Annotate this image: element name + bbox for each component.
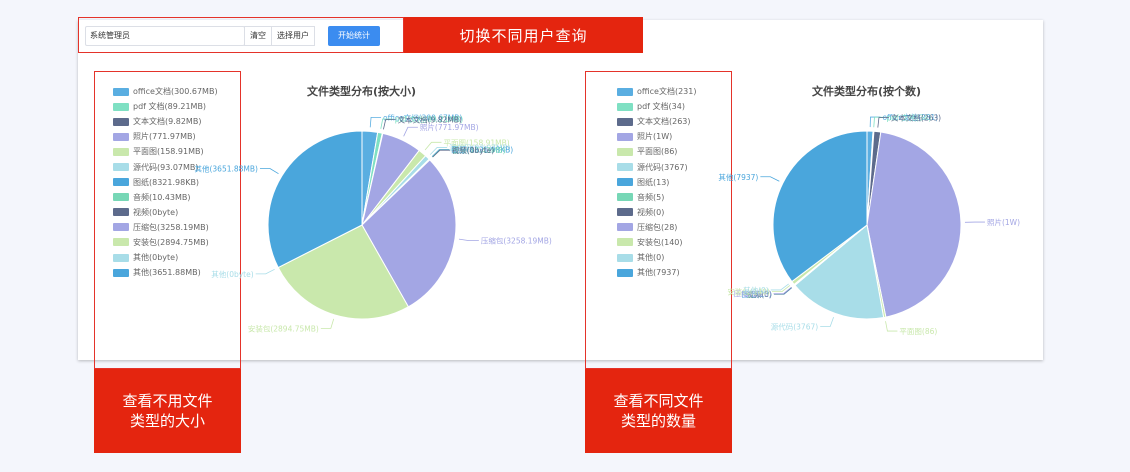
size-slice-label: 其他(3651.88MB) xyxy=(194,163,258,173)
size-slice-label: 压缩包(3258.19MB) xyxy=(481,236,552,246)
count-legend-item[interactable]: office文档(231) xyxy=(617,84,696,99)
count-callout-line1: 查看不同文件 xyxy=(613,392,704,410)
count-legend-item[interactable]: 照片(1W) xyxy=(617,129,696,144)
legend-label: 图纸(13) xyxy=(637,177,670,187)
count-legend-item[interactable]: pdf 文档(34) xyxy=(617,99,696,114)
size-slice-label: 安装包(2894.75MB) xyxy=(248,323,319,333)
legend-label: 其他(7937) xyxy=(637,268,680,278)
legend-label: 音频(10.43MB) xyxy=(133,192,191,202)
count-pie-chart: office文档(231)pdf 文档(34)文本文档(263)照片(1W)平面… xyxy=(718,112,1020,336)
count-legend-item[interactable]: 平面图(86) xyxy=(617,144,696,159)
count-legend-item[interactable]: 图纸(13) xyxy=(617,175,696,190)
legend-swatch xyxy=(113,208,129,217)
toolbar-highlight-frame xyxy=(78,17,404,53)
legend-label: office文档(300.67MB) xyxy=(133,87,218,97)
legend-label: office文档(231) xyxy=(637,87,697,97)
switch-user-callout: 切换不同用户查询 xyxy=(404,17,643,53)
size-label-line xyxy=(259,168,279,175)
count-slice-label: 源代码(3767) xyxy=(771,322,819,332)
legend-swatch xyxy=(113,193,129,202)
legend-swatch xyxy=(617,178,633,187)
size-label-line xyxy=(369,116,382,128)
legend-label: 照片(771.97MB) xyxy=(133,132,196,142)
count-slice-label: 照片(1W) xyxy=(987,217,1020,227)
legend-swatch xyxy=(113,253,129,262)
count-legend-item[interactable]: 其他(7937) xyxy=(617,265,696,280)
size-slice-label: 视频(0byte) xyxy=(452,145,494,155)
count-chart-title: 文件类型分布(按个数) xyxy=(812,85,922,98)
legend-label: 视频(0) xyxy=(637,207,665,217)
legend-swatch xyxy=(617,223,633,232)
count-slice-label: 其他(7937) xyxy=(718,172,758,182)
legend-swatch xyxy=(113,132,129,141)
count-legend-item[interactable]: 安装包(140) xyxy=(617,235,696,250)
count-legend-item[interactable]: 压缩包(28) xyxy=(617,220,696,235)
size-label-line xyxy=(320,318,335,329)
legend-swatch xyxy=(617,163,633,172)
count-callout: 查看不同文件 类型的数量 xyxy=(585,369,732,453)
size-label-line xyxy=(403,126,418,137)
legend-swatch xyxy=(617,117,633,126)
legend-swatch xyxy=(617,147,633,156)
size-slice-label: 照片(771.97MB) xyxy=(420,122,479,132)
legend-swatch xyxy=(617,253,633,262)
legend-label: 视频(0byte) xyxy=(133,207,179,217)
legend-swatch xyxy=(113,102,129,111)
size-callout-line2: 类型的大小 xyxy=(129,412,205,430)
size-callout: 查看不用文件 类型的大小 xyxy=(94,369,241,453)
size-label-line xyxy=(255,268,275,275)
legend-label: pdf 文档(34) xyxy=(637,102,685,112)
legend-swatch xyxy=(617,102,633,111)
legend-label: 源代码(93.07MB) xyxy=(133,162,199,172)
legend-swatch xyxy=(113,268,129,277)
legend-label: 源代码(3767) xyxy=(637,162,688,172)
legend-swatch xyxy=(617,268,633,277)
legend-swatch xyxy=(617,193,633,202)
count-legend-item[interactable]: 音频(5) xyxy=(617,190,696,205)
size-slice-label: 其他(0byte) xyxy=(211,269,253,279)
count-label-line xyxy=(885,321,898,332)
count-label-line xyxy=(820,316,834,327)
size-chart-title: 文件类型分布(按大小) xyxy=(307,85,417,98)
count-slice-label: 其他(0) xyxy=(743,285,769,295)
legend-label: 文本文档(263) xyxy=(637,117,691,127)
count-legend-item[interactable]: 源代码(3767) xyxy=(617,159,696,174)
legend-swatch xyxy=(113,147,129,156)
legend-swatch xyxy=(113,87,129,96)
count-slice-label: 平面图(86) xyxy=(899,327,937,336)
size-label-line xyxy=(424,141,442,151)
count-legend: office文档(231) pdf 文档(34) 文本文档(263) 照片(1W) 平面… xyxy=(617,84,696,280)
legend-label: 照片(1W) xyxy=(637,132,673,142)
size-label-line xyxy=(458,238,479,242)
count-callout-line2: 类型的数量 xyxy=(620,412,696,430)
size-callout-line1: 查看不用文件 xyxy=(122,392,213,410)
count-pie-slice[interactable] xyxy=(866,131,962,318)
size-pie-chart: office文档(300.67MB)pdf 文档(89.21MB)文本文档(9.… xyxy=(194,112,552,333)
legend-swatch xyxy=(113,163,129,172)
legend-swatch xyxy=(113,223,129,232)
legend-label: 其他(0) xyxy=(637,253,665,263)
legend-label: 音频(5) xyxy=(637,192,665,202)
count-label-line xyxy=(770,283,789,291)
count-label-line xyxy=(760,176,780,182)
count-legend-item[interactable]: 文本文档(263) xyxy=(617,114,696,129)
legend-label: 平面图(86) xyxy=(637,147,678,157)
legend-label: 其他(0byte) xyxy=(133,253,179,263)
legend-swatch xyxy=(617,208,633,217)
count-slice-label: 文本文档(263) xyxy=(891,113,941,123)
legend-swatch xyxy=(113,238,129,247)
legend-swatch xyxy=(113,178,129,187)
count-legend-item[interactable]: 其他(0) xyxy=(617,250,696,265)
legend-swatch xyxy=(617,238,633,247)
legend-swatch xyxy=(617,87,633,96)
legend-swatch xyxy=(113,117,129,126)
legend-swatch xyxy=(617,132,633,141)
size-legend-item[interactable]: office文档(300.67MB) xyxy=(113,84,218,99)
legend-label: 安装包(140) xyxy=(637,237,683,247)
count-legend-item[interactable]: 视频(0) xyxy=(617,205,696,220)
legend-label: 压缩包(28) xyxy=(637,222,678,232)
